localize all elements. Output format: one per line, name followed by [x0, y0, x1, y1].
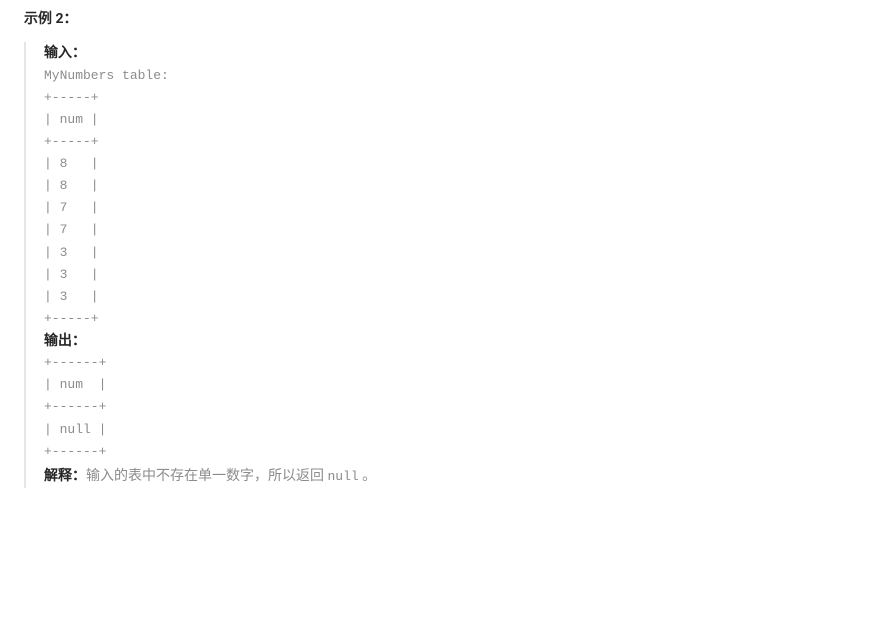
example-container: 示例 2： 输入： MyNumbers table: +-----+ | num… [0, 0, 871, 508]
output-label: 输出： [44, 333, 86, 349]
explanation-suffix: 。 [359, 468, 376, 484]
explanation-text: 输入的表中不存在单一数字，所以返回 [86, 468, 327, 484]
example-heading: 示例 2： [24, 8, 871, 30]
output-section: 输出： +------+ | num | +------+ | null | +… [44, 330, 871, 463]
explanation-section: 解释：输入的表中不存在单一数字，所以返回 null 。 [44, 465, 871, 488]
input-section: 输入： MyNumbers table: +-----+ | num | +--… [44, 42, 871, 330]
output-code: +------+ | num | +------+ | null | +----… [44, 352, 871, 462]
input-label: 输入： [44, 45, 86, 61]
input-code: MyNumbers table: +-----+ | num | +-----+… [44, 65, 871, 330]
example-block: 输入： MyNumbers table: +-----+ | num | +--… [24, 42, 871, 487]
explanation-label: 解释： [44, 468, 86, 484]
explanation-code: null [327, 469, 358, 484]
